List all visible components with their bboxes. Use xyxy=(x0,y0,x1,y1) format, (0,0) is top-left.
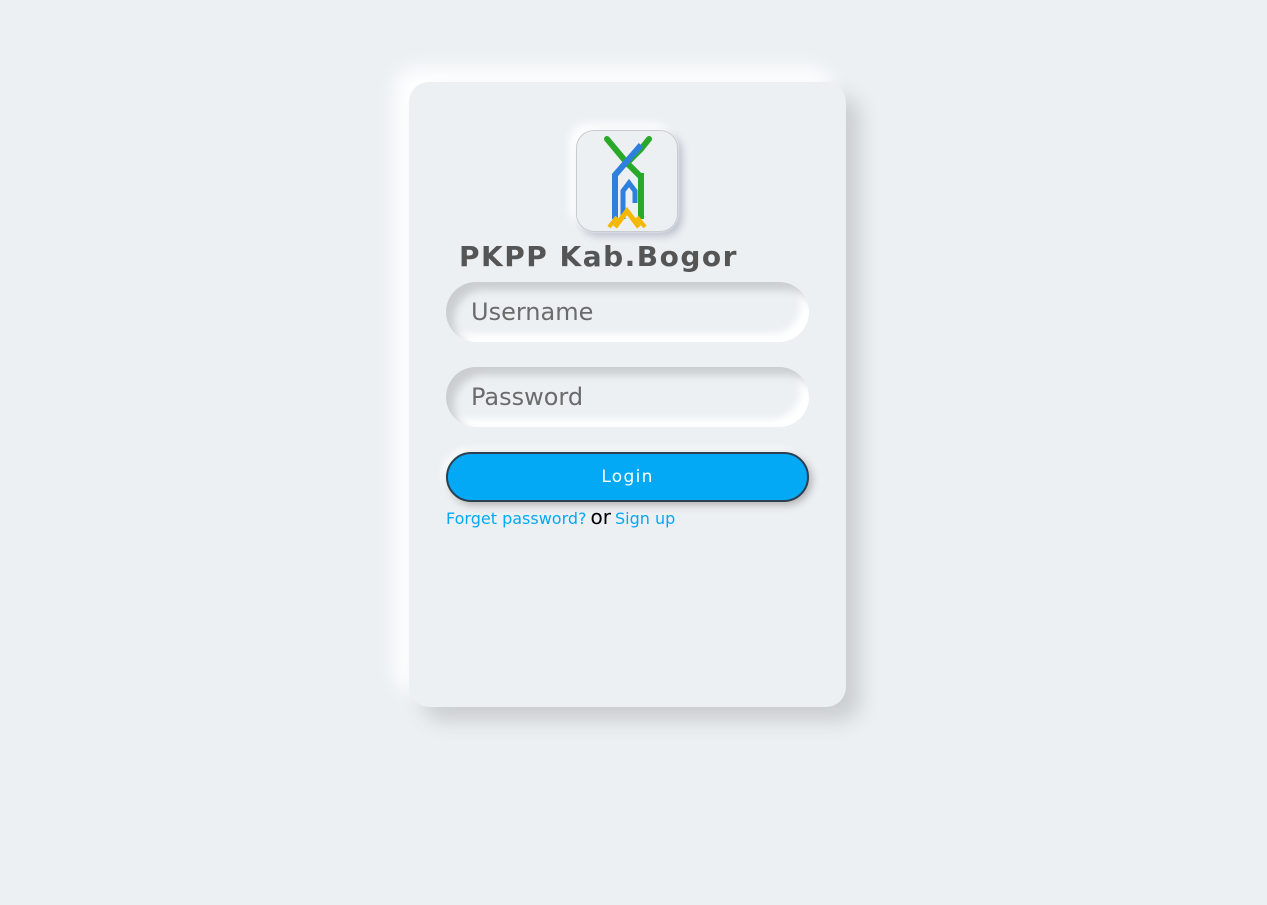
app-title: PKPP Kab.Bogor xyxy=(459,240,738,273)
pkpp-logo-icon xyxy=(576,130,678,232)
auth-links: Forget password? or Sign up xyxy=(446,505,675,529)
password-field xyxy=(446,367,809,427)
login-card: PKPP Kab.Bogor Login Forget password?orS… xyxy=(409,82,846,707)
password-input[interactable] xyxy=(446,367,809,427)
username-input[interactable] xyxy=(446,282,809,342)
login-button[interactable]: Login xyxy=(446,452,809,502)
forgot-password-link[interactable]: Forget password? xyxy=(446,509,587,528)
sign-up-link[interactable]: Sign up xyxy=(615,509,675,528)
username-field xyxy=(446,282,809,342)
or-separator: or xyxy=(590,505,611,529)
